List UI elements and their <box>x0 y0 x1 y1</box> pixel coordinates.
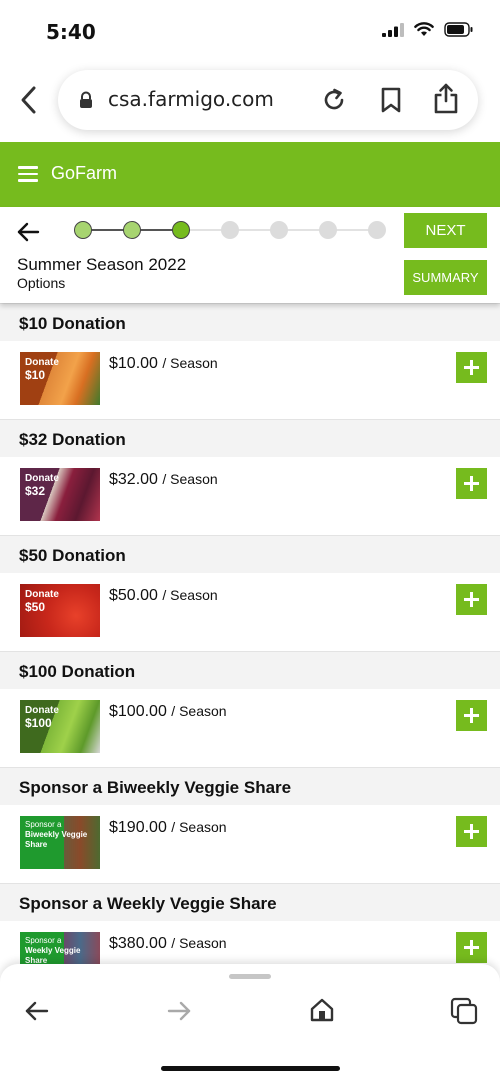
product-title: $100 Donation <box>0 651 500 689</box>
stepper-step <box>221 221 239 239</box>
product-thumbnail: Donate $50 <box>20 584 100 637</box>
stepper-step <box>270 221 288 239</box>
stepper-step <box>172 221 190 239</box>
thumbnail-label: Donate $10 <box>25 357 59 382</box>
product-title: Sponsor a Weekly Veggie Share <box>0 883 500 921</box>
product-price: $190.00 / Season <box>109 819 227 836</box>
product-price: $50.00 / Season <box>109 587 218 604</box>
product-thumbnail: Donate $32 <box>20 468 100 521</box>
add-to-cart-button[interactable] <box>456 816 487 847</box>
status-time: 5:40 <box>46 20 96 44</box>
add-to-cart-button[interactable] <box>456 584 487 615</box>
add-to-cart-button[interactable] <box>456 932 487 963</box>
season-title: Summer Season 2022 <box>17 255 187 274</box>
cellular-signal-icon <box>382 22 404 37</box>
thumbnail-label: Donate $50 <box>25 589 59 614</box>
product-row: Donate $100 $100.00 / Season <box>0 689 500 767</box>
status-icons <box>382 22 474 37</box>
home-icon[interactable] <box>309 997 335 1023</box>
browser-url-area: csa.farmigo.com <box>0 62 500 142</box>
nav-forward-icon[interactable] <box>166 1000 192 1022</box>
address-bar[interactable]: csa.farmigo.com <box>58 70 478 130</box>
sheet-grabber[interactable] <box>229 974 271 979</box>
browser-bottom-toolbar <box>0 964 500 1082</box>
product-title: $32 Donation <box>0 419 500 457</box>
thumbnail-label: Sponsor a Biweekly Veggie Share <box>25 820 88 849</box>
product-price: $100.00 / Season <box>109 703 227 720</box>
next-button[interactable]: NEXT <box>404 213 487 248</box>
add-to-cart-button[interactable] <box>456 700 487 731</box>
product-list: $10 Donation Donate $10 $10.00 / Season $… <box>0 303 500 999</box>
status-bar: 5:40 <box>0 0 500 62</box>
nav-back-icon[interactable] <box>24 1000 50 1022</box>
battery-icon <box>444 22 473 37</box>
thumbnail-label: Sponsor a Weekly Veggie Share <box>25 936 81 965</box>
home-indicator <box>161 1066 340 1071</box>
product-title: $50 Donation <box>0 535 500 573</box>
share-icon[interactable] <box>433 82 459 114</box>
url-text[interactable]: csa.farmigo.com <box>108 87 274 111</box>
product-thumbnail: Donate $10 <box>20 352 100 405</box>
browser-back-chevron-icon[interactable] <box>16 84 42 116</box>
app-header: GoFarm <box>0 142 500 207</box>
step-name: Options <box>17 275 66 291</box>
add-to-cart-button[interactable] <box>456 468 487 499</box>
add-to-cart-button[interactable] <box>456 352 487 383</box>
product-price: $380.00 / Season <box>109 935 227 952</box>
hamburger-menu-icon[interactable] <box>18 166 38 182</box>
stepper-step <box>123 221 141 239</box>
product-price: $32.00 / Season <box>109 471 218 488</box>
season-panel: NEXT SUMMARY Summer Season 2022 Options <box>0 207 500 303</box>
screen: 5:40 csa.farmigo.com GoFarm NEXT SUMMARY… <box>0 0 500 1082</box>
summary-button[interactable]: SUMMARY <box>404 260 487 295</box>
progress-stepper <box>74 220 386 240</box>
product-row: Donate $50 $50.00 / Season <box>0 573 500 651</box>
product-title: $10 Donation <box>0 303 500 341</box>
stepper-step <box>368 221 386 239</box>
reload-icon[interactable] <box>320 86 348 114</box>
brand-name[interactable]: GoFarm <box>51 163 117 184</box>
product-row: Donate $32 $32.00 / Season <box>0 457 500 535</box>
bookmark-icon[interactable] <box>378 86 404 114</box>
arrow-back-icon[interactable] <box>16 221 40 243</box>
product-title: Sponsor a Biweekly Veggie Share <box>0 767 500 805</box>
product-thumbnail: Donate $100 <box>20 700 100 753</box>
lock-icon <box>80 91 92 108</box>
product-row: Donate $10 $10.00 / Season <box>0 341 500 419</box>
product-row: Sponsor a Biweekly Veggie Share $190.00 /… <box>0 805 500 883</box>
product-price: $10.00 / Season <box>109 355 218 372</box>
thumbnail-label: Donate $100 <box>25 705 59 730</box>
thumbnail-label: Donate $32 <box>25 473 59 498</box>
wifi-icon <box>414 22 434 36</box>
product-thumbnail: Sponsor a Biweekly Veggie Share <box>20 816 100 869</box>
stepper-step <box>319 221 337 239</box>
stepper-step <box>74 221 92 239</box>
tabs-icon[interactable] <box>450 997 478 1025</box>
